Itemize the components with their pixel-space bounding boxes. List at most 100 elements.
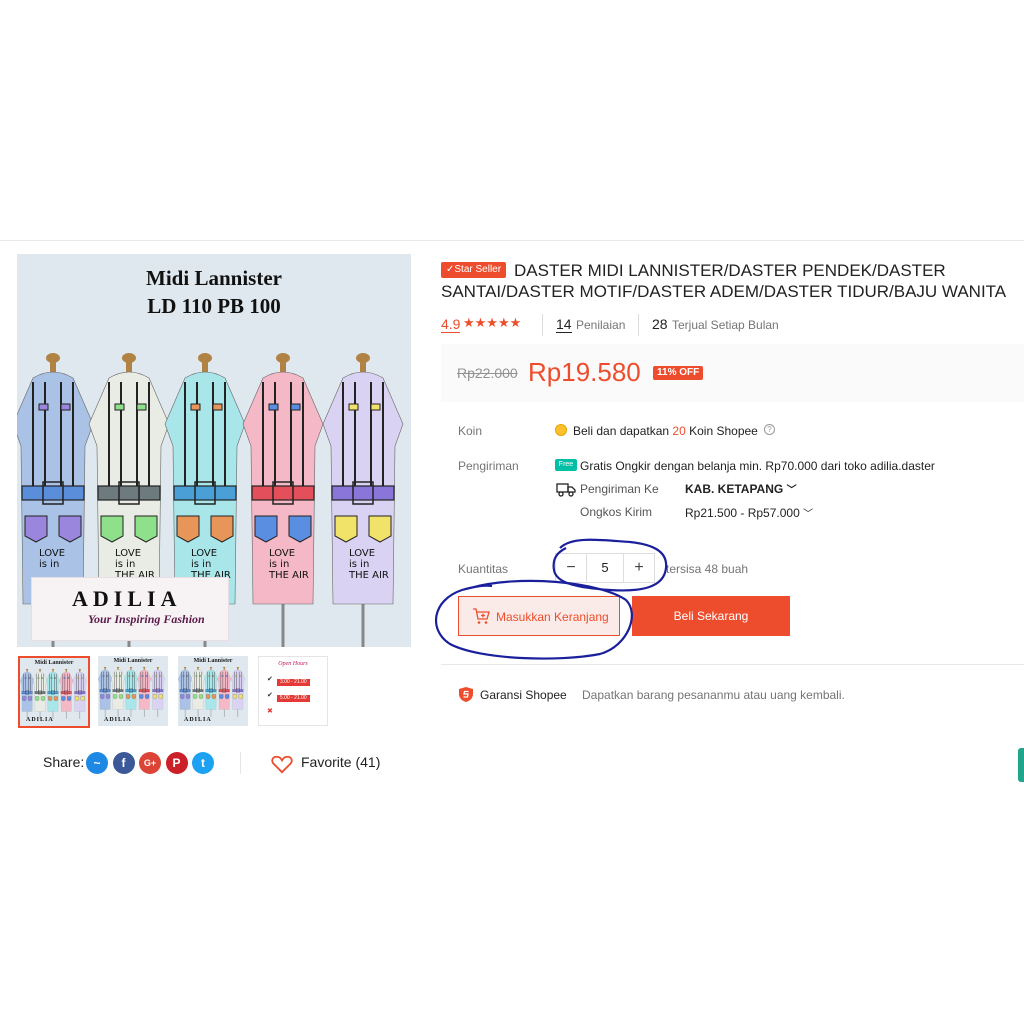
side-tab[interactable] — [1018, 748, 1024, 782]
thumbnail-brand: ADILIA — [104, 717, 132, 723]
guarantee-text: Dapatkan barang pesananmu atau uang kemb… — [582, 688, 845, 702]
dress-2 — [111, 666, 125, 717]
quantity-stepper: − 5 + — [555, 553, 655, 583]
thumbnail-4[interactable]: Open Hours 3.00 - 21.00 5.00 - 21.00 ✔ ✔… — [258, 656, 328, 726]
ship-to-value: KAB. KETAPANG — [685, 482, 784, 496]
dress-4 — [217, 666, 232, 717]
dress-print-text: is in — [39, 559, 59, 570]
google-plus-icon[interactable]: G+ — [139, 752, 161, 774]
dress-3 — [124, 666, 138, 717]
dress-print-text: THE AIR — [348, 570, 389, 581]
thumbnail-1[interactable]: Midi Lannister ADILIA — [18, 656, 90, 728]
share-label: Share: — [43, 754, 85, 770]
dress-print-text: THE AIR — [268, 570, 309, 581]
dress-print-text: LOVE — [349, 548, 375, 559]
dress-print-text: LOVE — [115, 548, 141, 559]
dress-4 — [59, 668, 74, 719]
divider — [441, 664, 1024, 665]
guarantee-label[interactable]: Garansi Shopee — [480, 688, 567, 702]
shield-icon — [459, 687, 473, 702]
shipping-cost-dropdown[interactable]: Rp21.500 - Rp57.000 ﹀ — [685, 505, 813, 520]
check-icon: ✔ — [267, 692, 273, 699]
thumbnail-2[interactable]: Midi Lannister ADILIA — [98, 656, 168, 726]
free-shipping-text: Gratis Ongkir dengan belanja min. Rp70.0… — [580, 459, 935, 473]
thumbnail-3[interactable]: Midi Lannister ADILIA — [178, 656, 248, 726]
pinterest-icon[interactable]: P — [165, 752, 188, 774]
thumbnail-hours-1: 3.00 - 21.00 — [277, 679, 310, 686]
chevron-down-icon: ﹀ — [786, 485, 797, 496]
thumbnail-hours-title: Open Hours — [278, 661, 308, 667]
minus-button[interactable]: − — [556, 554, 587, 582]
dress-4 — [137, 666, 152, 717]
dress-2 — [33, 668, 47, 719]
dress-5 — [72, 668, 87, 719]
rating-value[interactable]: 4.9 — [441, 316, 461, 333]
dress-print-text: is in — [349, 559, 369, 570]
dress-print-text: LOVE — [269, 548, 295, 559]
thumbnail-dresses — [20, 668, 87, 719]
shipping-cost-value: Rp21.500 - Rp57.000 — [685, 506, 800, 520]
thumbnail-dresses — [98, 666, 165, 717]
buy-now-button[interactable]: Beli Sekarang — [632, 596, 790, 636]
thumbnail-brand: ADILIA — [184, 717, 212, 723]
help-icon[interactable]: ? — [764, 424, 775, 435]
quantity-label: Kuantitas — [458, 562, 509, 576]
dress-5: LOVEis inTHE AIR — [322, 353, 404, 647]
messenger-icon[interactable]: ~ — [86, 752, 108, 774]
ship-to-label: Pengiriman Ke — [580, 482, 659, 496]
free-shipping-icon: Free — [555, 459, 577, 471]
dress-1 — [98, 666, 112, 717]
quantity-input[interactable]: 5 — [586, 554, 624, 582]
thumbnail-brand: ADILIA — [26, 717, 54, 723]
favorite-count[interactable]: Favorite (41) — [301, 754, 380, 770]
product-title: DASTER MIDI LANNISTER/DASTER PENDEK/DAST… — [441, 261, 1007, 301]
brand-logo: ADILIA Your Inspiring Fashion — [31, 577, 229, 641]
dress-print-text: is in — [115, 559, 135, 570]
check-icon: ✔ — [267, 676, 273, 683]
reviews-count[interactable]: 14 — [556, 316, 572, 333]
brand-name: ADILIA — [72, 586, 182, 611]
cross-icon: ✖ — [267, 708, 273, 715]
divider — [542, 314, 543, 336]
coin-icon — [555, 424, 567, 436]
dress-print-text: is in — [269, 559, 289, 570]
dress-5 — [150, 666, 165, 717]
thumbnail-dresses — [178, 666, 245, 717]
koin-text-b: Koin Shopee — [689, 424, 758, 438]
dress-3 — [204, 666, 218, 717]
dress-3 — [46, 668, 60, 719]
dress-1 — [20, 668, 34, 719]
cart-add-icon — [473, 608, 490, 624]
thumbnail-hours-2: 5.00 - 21.00 — [277, 695, 310, 702]
add-to-cart-label: Masukkan Keranjang — [496, 610, 609, 624]
koin-text-a: Beli dan dapatkan — [573, 424, 670, 438]
brand-tagline: Your Inspiring Fashion — [88, 612, 205, 626]
plus-button[interactable]: + — [623, 554, 654, 582]
product-main-image[interactable]: Midi Lannister LD 110 PB 100 LOVE is in LO… — [17, 254, 411, 647]
divider — [240, 752, 241, 774]
reviews-label: Penilaian — [576, 318, 626, 332]
dress-1 — [178, 666, 192, 717]
heart-icon[interactable] — [271, 754, 293, 774]
discount-badge: 11% OFF — [653, 366, 704, 380]
stock-remaining: tersisa 48 buah — [666, 562, 749, 576]
add-to-cart-button[interactable]: Masukkan Keranjang — [458, 596, 620, 636]
divider — [638, 314, 639, 336]
koin-info: Beli dan dapatkan 20 Koin Shopee — [573, 424, 758, 438]
dress-print-text: is in — [191, 559, 211, 570]
dress-4: LOVEis inTHE AIR — [242, 353, 324, 647]
ship-to-dropdown[interactable]: KAB. KETAPANG ﹀ — [685, 481, 797, 496]
twitter-icon[interactable]: t — [192, 752, 214, 774]
sold-label: Terjual Setiap Bulan — [672, 318, 779, 332]
current-price: Rp19.580 — [528, 357, 641, 387]
koin-label: Koin — [458, 424, 483, 438]
shipping-cost-label: Ongkos Kirim — [580, 505, 653, 519]
facebook-icon[interactable]: f — [112, 752, 135, 774]
chevron-down-icon: ﹀ — [803, 509, 814, 520]
dress-2 — [191, 666, 205, 717]
dress-print-text: LOVE — [39, 548, 65, 559]
dress-print-text: LOVE — [191, 548, 217, 559]
koin-amount: 20 — [672, 424, 686, 438]
shipping-label: Pengiriman — [458, 459, 519, 473]
truck-icon — [556, 483, 576, 497]
